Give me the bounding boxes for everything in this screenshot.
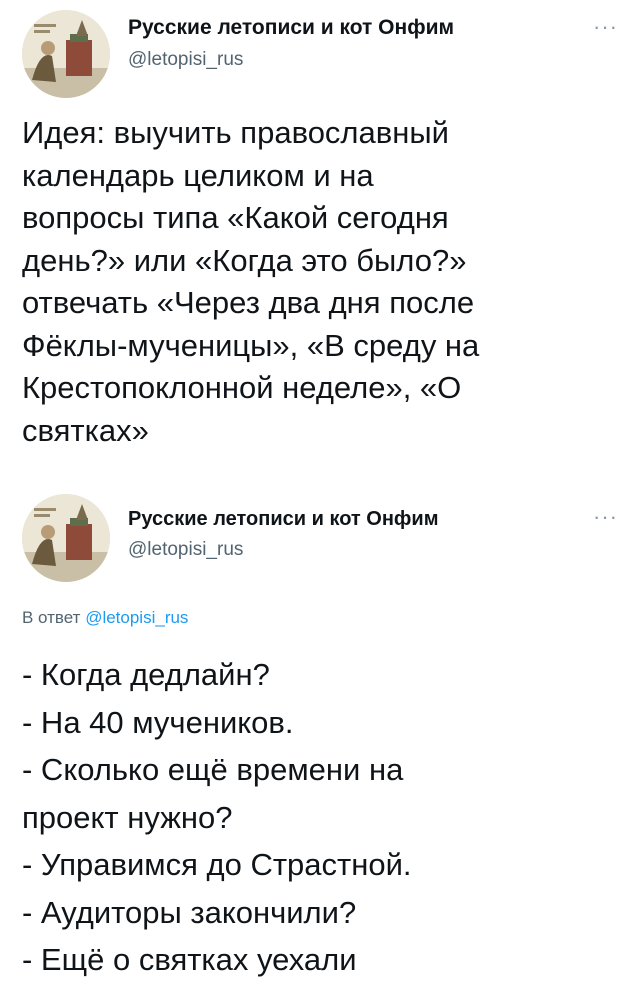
author-name[interactable]: Русские летописи и кот Онфим [128,16,454,40]
tweet-text-line: - Когда дедлайн? [22,657,270,692]
more-options-icon[interactable]: ··· [593,504,618,530]
tweet-text-line: - На 40 мучеников. [22,704,294,740]
tweet-text-line: день?» или «Когда это было?» [22,242,467,278]
manuscript-avatar-icon [22,10,110,98]
tweet-text-line: Идея: выучить православный [22,115,449,150]
tweet-text-line: - Управимся до Страстной. [22,847,412,882]
tweet-text-line: - Ещё о святках уехали [22,942,357,977]
tweet-text-line: вопросы типа «Какой сегодня [22,200,449,235]
reply-mention-link[interactable]: @letopisi_rus [85,608,188,627]
tweet-text-line: проект нужно? [22,799,233,835]
tweet-text: Идея: выучить православный календарь цел… [22,112,622,452]
tweet-text: - Когда дедлайн? - На 40 мучеников. - Ск… [22,651,622,984]
reply-prefix: В ответ [22,608,81,627]
author-avatar[interactable] [22,494,110,582]
reply-context: В ответ @letopisi_rus [22,608,188,628]
author-handle[interactable]: @letopisi_rus [128,49,243,71]
more-options-icon[interactable]: ··· [593,14,618,40]
author-handle[interactable]: @letopisi_rus [128,539,243,561]
tweet-text-line: отвечать «Через два дня после [22,285,475,320]
tweet-text-line: святках» [22,412,149,448]
author-avatar[interactable] [22,10,110,98]
manuscript-avatar-icon [22,494,110,582]
tweet-text-line: календарь целиком и на [22,157,374,193]
tweet-text-line: Фёклы-мученицы», «В среду на [22,327,480,363]
tweet-text-line: Крестопоклонной неделе», «О [22,370,462,405]
tweet-text-line: - Сколько ещё времени на [22,752,404,787]
author-name[interactable]: Русские летописи и кот Онфим [128,508,439,531]
tweet-text-line: - Аудиторы закончили? [22,894,357,930]
